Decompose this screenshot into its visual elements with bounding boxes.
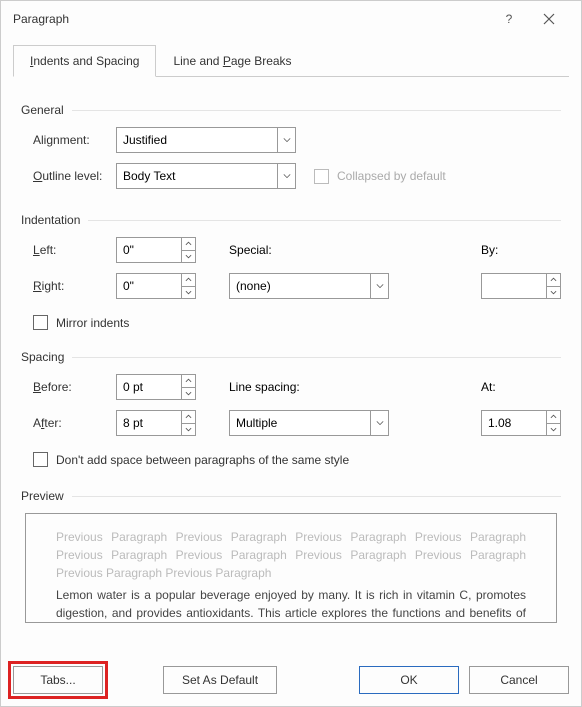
after-value[interactable] xyxy=(117,416,181,430)
section-spacing: Spacing xyxy=(21,350,561,364)
before-spinner[interactable] xyxy=(116,374,196,400)
before-value[interactable] xyxy=(117,380,181,394)
left-indent-spinner[interactable] xyxy=(116,237,196,263)
alignment-combo[interactable] xyxy=(116,127,296,153)
tab-content: General Alignment: Outline level: Collap… xyxy=(13,76,569,654)
line-spacing-combo[interactable] xyxy=(229,410,389,436)
collapsed-checkbox xyxy=(314,169,329,184)
by-label: By: xyxy=(481,243,561,257)
chevron-down-icon[interactable] xyxy=(370,274,388,298)
chevron-down-icon[interactable] xyxy=(277,164,295,188)
at-value[interactable] xyxy=(482,416,546,430)
mirror-indents-label: Mirror indents xyxy=(56,316,129,330)
close-button[interactable] xyxy=(529,5,569,33)
button-label: Cancel xyxy=(500,673,537,687)
tab-line-page-breaks[interactable]: Line and Page Breaks xyxy=(156,45,308,77)
alignment-value[interactable] xyxy=(117,133,277,147)
divider xyxy=(72,357,561,358)
tab-indents-spacing[interactable]: Indents and Spacing xyxy=(13,45,156,77)
left-indent-label: Left: xyxy=(21,243,116,257)
preview-box: Previous Paragraph Previous Paragraph Pr… xyxy=(25,513,557,623)
spin-down-icon[interactable] xyxy=(182,287,195,299)
section-label: Spacing xyxy=(21,350,64,364)
paragraph-dialog: Paragraph ? Indents and Spacing Line and… xyxy=(0,0,582,707)
spin-up-icon[interactable] xyxy=(547,411,560,424)
outline-level-value[interactable] xyxy=(117,169,277,183)
by-spinner[interactable] xyxy=(481,273,561,299)
dialog-title: Paragraph xyxy=(13,12,489,26)
spin-up-icon[interactable] xyxy=(182,238,195,251)
right-indent-label: Right: xyxy=(21,279,116,293)
left-indent-value[interactable] xyxy=(117,243,181,257)
line-spacing-value[interactable] xyxy=(230,416,370,430)
section-indentation: Indentation xyxy=(21,213,561,227)
special-label: Special: xyxy=(229,243,299,257)
collapsed-label: Collapsed by default xyxy=(337,169,446,183)
section-label: Indentation xyxy=(21,213,80,227)
ok-button[interactable]: OK xyxy=(359,666,459,694)
by-value[interactable] xyxy=(482,279,546,293)
right-indent-value[interactable] xyxy=(117,279,181,293)
at-label: At: xyxy=(481,380,561,394)
spin-down-icon[interactable] xyxy=(547,287,560,299)
spin-up-icon[interactable] xyxy=(182,375,195,388)
divider xyxy=(72,496,561,497)
right-indent-spinner[interactable] xyxy=(116,273,196,299)
divider xyxy=(88,220,561,221)
cancel-button[interactable]: Cancel xyxy=(469,666,569,694)
button-label: Tabs... xyxy=(40,673,75,687)
line-spacing-label: Line spacing: xyxy=(229,380,329,394)
spin-down-icon[interactable] xyxy=(547,424,560,436)
after-spinner[interactable] xyxy=(116,410,196,436)
alignment-label: Alignment: xyxy=(21,133,116,147)
outline-level-label: Outline level: xyxy=(21,169,116,183)
special-value[interactable] xyxy=(230,279,370,293)
dialog-footer: Tabs... Set As Default OK Cancel xyxy=(1,654,581,706)
spin-up-icon[interactable] xyxy=(182,274,195,287)
help-button[interactable]: ? xyxy=(489,5,529,33)
mirror-indents-checkbox[interactable] xyxy=(33,315,48,330)
no-space-checkbox[interactable] xyxy=(33,452,48,467)
outline-level-combo[interactable] xyxy=(116,163,296,189)
tab-label: Indents and Spacing xyxy=(30,54,139,68)
preview-sample: Lemon water is a popular beverage enjoye… xyxy=(56,586,526,623)
button-label: Set As Default xyxy=(182,673,258,687)
help-icon: ? xyxy=(506,12,513,26)
chevron-down-icon[interactable] xyxy=(277,128,295,152)
button-label: OK xyxy=(400,673,417,687)
spin-up-icon[interactable] xyxy=(182,411,195,424)
after-label: After: xyxy=(21,416,116,430)
section-label: General xyxy=(21,103,64,117)
tabs-button[interactable]: Tabs... xyxy=(13,666,103,694)
spin-down-icon[interactable] xyxy=(182,424,195,436)
section-preview: Preview xyxy=(21,489,561,503)
spin-up-icon[interactable] xyxy=(547,274,560,287)
close-icon xyxy=(543,13,555,25)
no-space-label: Don't add space between paragraphs of th… xyxy=(56,453,349,467)
section-label: Preview xyxy=(21,489,64,503)
tab-label: Line and Page Breaks xyxy=(173,54,291,68)
tab-strip: Indents and Spacing Line and Page Breaks xyxy=(1,45,581,77)
chevron-down-icon[interactable] xyxy=(370,411,388,435)
special-combo[interactable] xyxy=(229,273,389,299)
divider xyxy=(72,110,561,111)
section-general: General xyxy=(21,103,561,117)
at-spinner[interactable] xyxy=(481,410,561,436)
titlebar: Paragraph ? xyxy=(1,1,581,37)
spin-down-icon[interactable] xyxy=(182,388,195,400)
set-default-button[interactable]: Set As Default xyxy=(163,666,277,694)
before-label: Before: xyxy=(21,380,116,394)
spin-down-icon[interactable] xyxy=(182,251,195,263)
preview-previous: Previous Paragraph Previous Paragraph Pr… xyxy=(56,528,526,582)
